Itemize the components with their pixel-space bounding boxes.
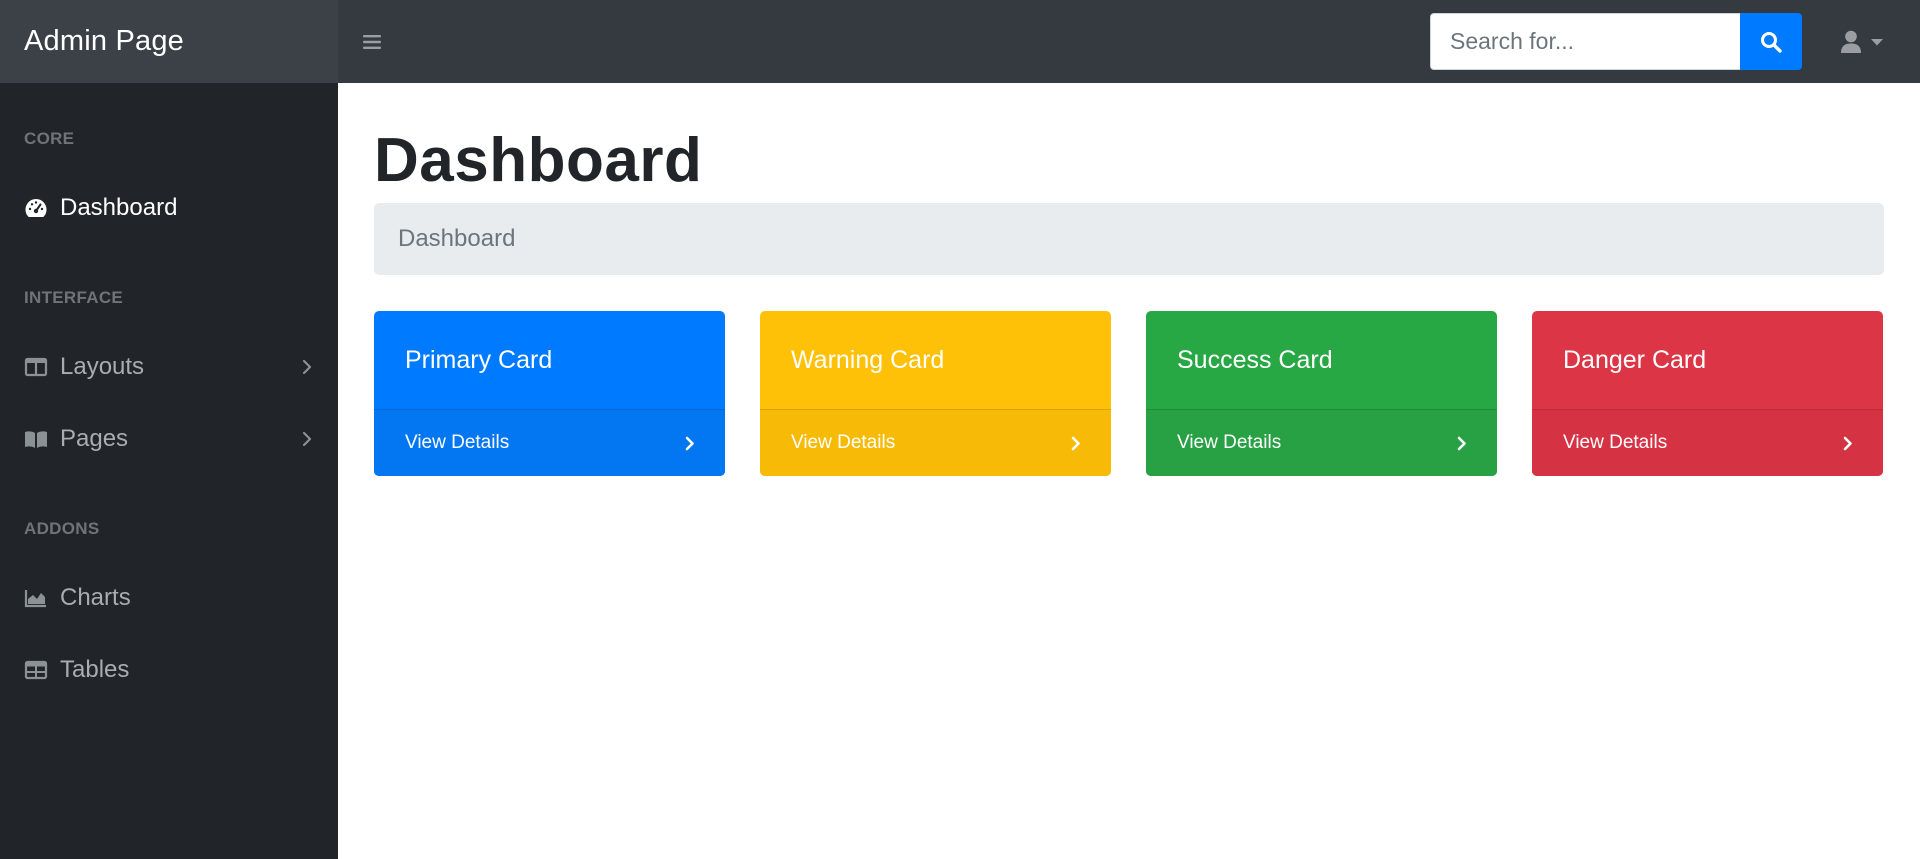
sidebar-item-label: Layouts xyxy=(60,353,145,380)
breadcrumb-item: Dashboard xyxy=(398,225,516,252)
sidebar-item-pages[interactable]: Pages xyxy=(0,411,338,467)
card-title: Success Card xyxy=(1177,345,1333,374)
sidebar-item-label: Charts xyxy=(60,584,131,611)
sidebar-item-charts[interactable]: Charts xyxy=(0,570,338,626)
sidebar-heading-core: CORE xyxy=(24,129,75,148)
top-navbar: Admin Page xyxy=(0,0,1920,83)
brand-title[interactable]: Admin Page xyxy=(0,0,338,83)
view-details-link[interactable]: View Details xyxy=(1532,409,1883,476)
view-details-link[interactable]: View Details xyxy=(1146,409,1497,476)
sidebar-item-tables[interactable]: Tables xyxy=(0,642,338,698)
chevron-right-icon xyxy=(1843,436,1852,450)
page-title: Dashboard xyxy=(374,126,703,195)
sidebar-item-layouts[interactable]: Layouts xyxy=(0,339,338,395)
card-title: Danger Card xyxy=(1563,345,1707,374)
warning-card: Warning Card View Details xyxy=(760,311,1111,476)
sidebar-heading-interface: INTERFACE xyxy=(24,288,124,307)
view-details-link[interactable]: View Details xyxy=(760,409,1111,476)
area-chart-icon xyxy=(24,587,48,609)
sidebar-heading-addons: ADDONS xyxy=(24,519,100,538)
chevron-right-icon xyxy=(1457,436,1466,450)
columns-icon xyxy=(24,356,48,378)
hamburger-icon xyxy=(363,34,381,49)
sidebar-item-label: Tables xyxy=(60,656,130,683)
view-details-link[interactable]: View Details xyxy=(374,409,725,476)
breadcrumb: Dashboard xyxy=(374,203,1884,275)
tachometer-icon xyxy=(24,197,48,219)
card-title: Primary Card xyxy=(405,345,553,374)
chevron-right-icon xyxy=(685,436,694,450)
card-footer-label: View Details xyxy=(1177,432,1282,453)
search-input[interactable] xyxy=(1430,13,1740,70)
table-icon xyxy=(24,659,48,681)
card-footer-label: View Details xyxy=(791,432,896,453)
card-footer-label: View Details xyxy=(1563,432,1668,453)
primary-card: Primary Card View Details xyxy=(374,311,725,476)
danger-card: Danger Card View Details xyxy=(1532,311,1883,476)
search-icon xyxy=(1761,31,1782,53)
user-icon xyxy=(1841,30,1861,53)
search-group xyxy=(1430,13,1802,70)
sidebar-item-dashboard[interactable]: Dashboard xyxy=(0,180,338,236)
sidebar: CORE Dashboard INTERFACE Layouts Pages A… xyxy=(0,83,338,859)
caret-down-icon xyxy=(1871,38,1883,45)
book-open-icon xyxy=(24,428,48,450)
card-title: Warning Card xyxy=(791,345,945,374)
card-footer-label: View Details xyxy=(405,432,510,453)
sidebar-item-label: Dashboard xyxy=(60,194,178,221)
sidebar-item-label: Pages xyxy=(60,425,129,452)
main-content: Dashboard Dashboard Primary Card View De… xyxy=(338,83,1920,859)
chevron-right-icon xyxy=(302,359,312,375)
chevron-right-icon xyxy=(1071,436,1080,450)
user-dropdown[interactable] xyxy=(1840,30,1884,54)
sidebar-toggle-button[interactable] xyxy=(350,20,394,64)
success-card: Success Card View Details xyxy=(1146,311,1497,476)
search-button[interactable] xyxy=(1740,13,1802,70)
chevron-right-icon xyxy=(302,431,312,447)
